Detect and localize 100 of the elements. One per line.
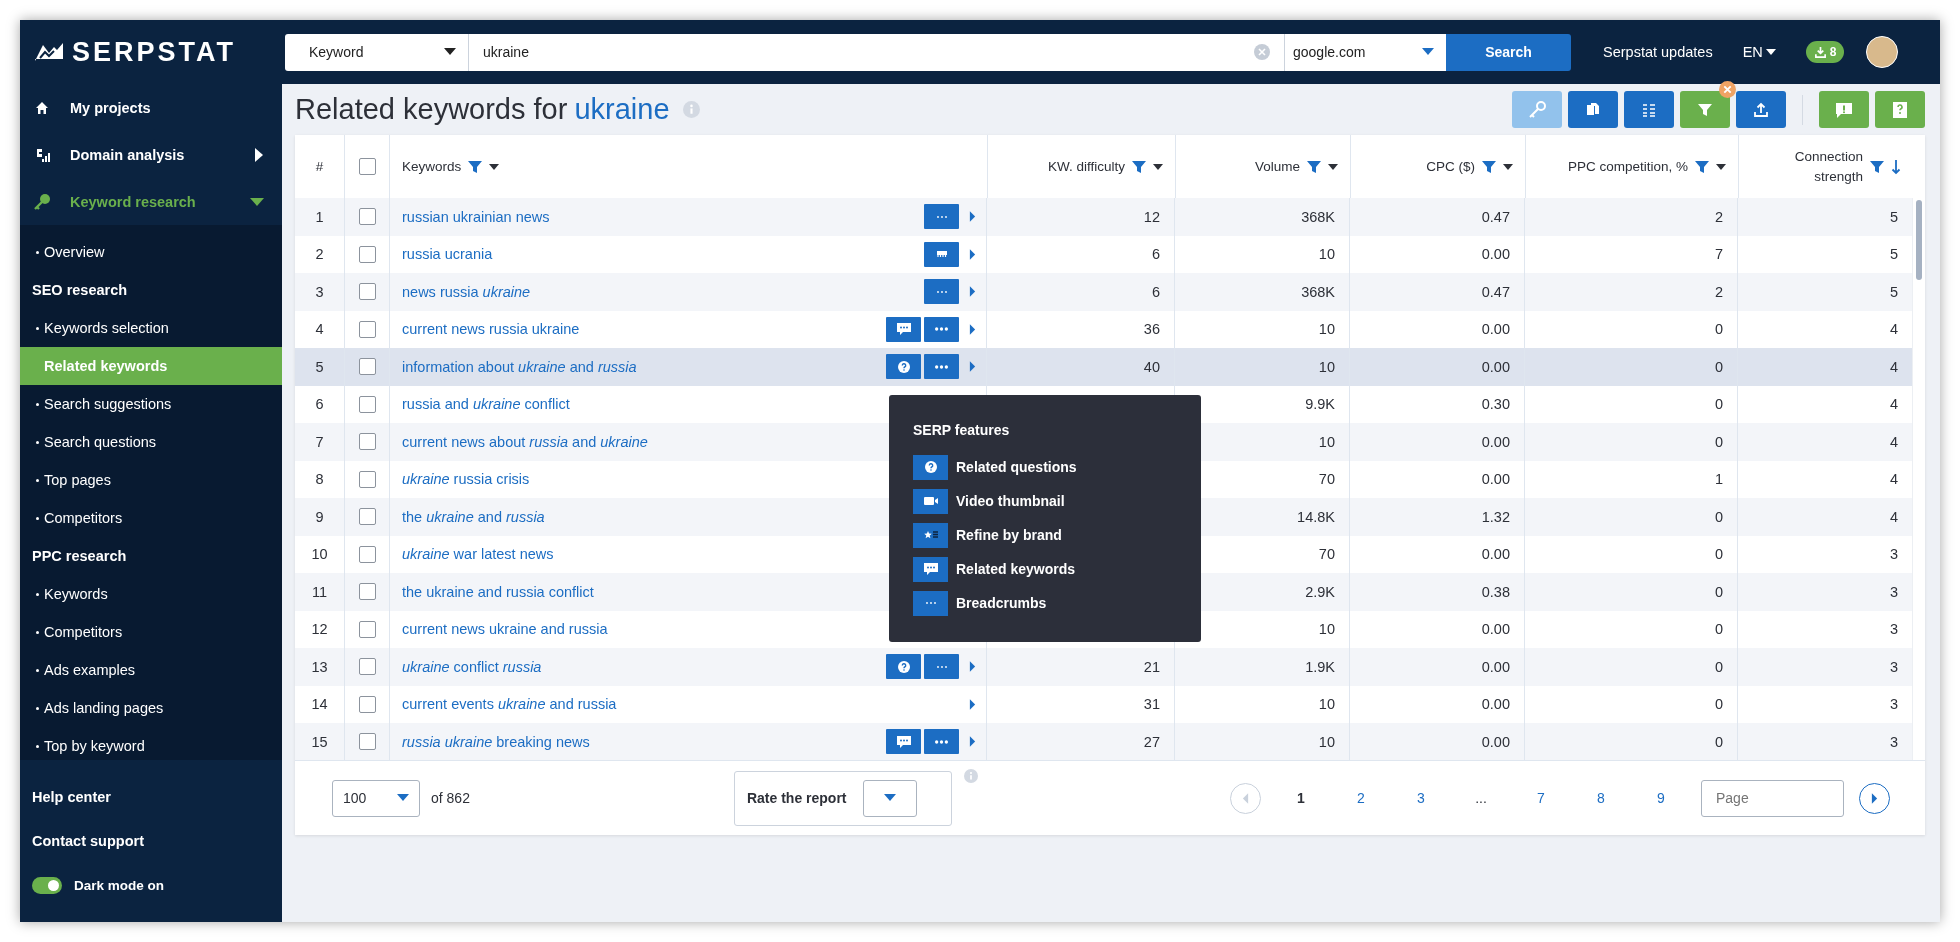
row-checkbox[interactable] xyxy=(358,733,376,751)
caret-down-icon[interactable] xyxy=(489,163,500,170)
sidebar-item[interactable]: Competitors xyxy=(20,499,282,537)
expand-arrow-icon[interactable] xyxy=(969,286,976,298)
updates-link[interactable]: Serpstat updates xyxy=(1603,44,1713,60)
sidebar-item[interactable]: Search questions xyxy=(20,423,282,461)
sidebar-item[interactable]: Top by keyword xyxy=(20,727,282,760)
sidebar-item[interactable]: Competitors xyxy=(20,613,282,651)
column-header[interactable]: Volume xyxy=(1254,156,1300,177)
row-checkbox[interactable] xyxy=(358,395,376,413)
search-engine-select[interactable]: google.com xyxy=(1284,33,1446,71)
keyword-link[interactable]: current news russia ukraine xyxy=(402,321,886,338)
sidebar-item[interactable]: Overview xyxy=(20,233,282,271)
search-type-select[interactable]: Keyword xyxy=(285,33,469,71)
serp-feature-button[interactable] xyxy=(924,654,959,680)
row-checkbox[interactable] xyxy=(358,470,376,488)
next-page-button[interactable] xyxy=(1859,782,1890,814)
search-field[interactable]: ukraine xyxy=(469,33,1284,71)
sidebar-item[interactable]: Ads landing pages xyxy=(20,689,282,727)
expand-arrow-icon[interactable] xyxy=(969,736,976,748)
caret-down-icon[interactable] xyxy=(1716,163,1726,170)
toolbar-button[interactable] xyxy=(1568,91,1618,128)
search-button[interactable]: Search xyxy=(1446,33,1571,71)
sidebar-item[interactable]: Keywords selection xyxy=(20,309,282,347)
row-checkbox[interactable] xyxy=(358,508,376,526)
row-checkbox[interactable] xyxy=(358,695,376,713)
nav-item[interactable]: Domain analysis xyxy=(20,131,282,178)
page-link[interactable]: 8 xyxy=(1571,790,1631,806)
serp-feature-button[interactable] xyxy=(886,316,921,342)
per-page-select[interactable]: 100 xyxy=(332,779,420,817)
row-checkbox[interactable] xyxy=(358,433,376,451)
row-checkbox[interactable] xyxy=(358,320,376,338)
keyword-link[interactable]: russia ukraine breaking news xyxy=(402,733,886,750)
language-select[interactable]: EN xyxy=(1742,44,1776,60)
row-checkbox[interactable] xyxy=(358,245,376,263)
select-all-checkbox[interactable] xyxy=(358,158,376,175)
column-header[interactable]: CPC ($) xyxy=(1426,156,1475,177)
filter-icon[interactable] xyxy=(467,158,484,175)
serp-feature-button[interactable] xyxy=(924,729,959,755)
caret-down-icon[interactable] xyxy=(1153,163,1163,170)
column-header[interactable]: KW. difficulty xyxy=(1047,156,1125,177)
keyword-link[interactable]: information about ukraine and russia xyxy=(402,358,886,375)
caret-down-icon[interactable] xyxy=(1328,163,1338,170)
toggle-switch[interactable] xyxy=(32,876,62,894)
column-header[interactable]: Connection strength xyxy=(1763,146,1863,187)
serp-feature-button[interactable] xyxy=(886,654,921,680)
column-header[interactable]: Keywords xyxy=(402,156,462,177)
page-link[interactable]: 7 xyxy=(1511,790,1571,806)
sidebar-link[interactable]: Contact support xyxy=(20,819,282,863)
page-link[interactable]: 9 xyxy=(1631,790,1691,806)
sidebar-item[interactable]: Search suggestions xyxy=(20,385,282,423)
toolbar-button[interactable] xyxy=(1875,91,1925,128)
keyword-link[interactable]: ukraine conflict russia xyxy=(402,658,886,675)
logo-text[interactable]: SERPSTAT xyxy=(72,36,236,68)
toolbar-button[interactable] xyxy=(1736,91,1786,128)
page-link[interactable]: 3 xyxy=(1391,790,1451,806)
serp-feature-button[interactable] xyxy=(924,279,959,305)
row-checkbox[interactable] xyxy=(358,545,376,563)
serp-feature-button[interactable] xyxy=(924,316,959,342)
page-link[interactable]: 2 xyxy=(1331,790,1391,806)
sort-down-icon[interactable] xyxy=(1891,158,1901,175)
avatar[interactable] xyxy=(1866,36,1899,68)
keyword-link[interactable]: news russia ukraine xyxy=(402,283,924,300)
filter-icon[interactable] xyxy=(1131,158,1147,175)
serp-feature-button[interactable] xyxy=(886,729,921,755)
scrollbar[interactable] xyxy=(1912,198,1925,760)
serp-feature-button[interactable] xyxy=(924,204,959,230)
expand-arrow-icon[interactable] xyxy=(969,248,976,260)
row-checkbox[interactable] xyxy=(358,208,376,226)
serp-feature-button[interactable] xyxy=(924,354,959,380)
nav-item[interactable]: Keyword research xyxy=(20,178,282,225)
serp-feature-button[interactable] xyxy=(924,241,959,267)
sidebar-link[interactable]: Help center xyxy=(20,775,282,819)
keyword-link[interactable]: current events ukraine and russia xyxy=(402,696,959,713)
filter-icon[interactable] xyxy=(1869,158,1885,175)
clear-filter-icon[interactable] xyxy=(1719,81,1736,98)
toolbar-button[interactable] xyxy=(1819,91,1869,128)
nav-item[interactable]: My projects xyxy=(20,84,282,131)
row-checkbox[interactable] xyxy=(358,583,376,601)
toolbar-button[interactable] xyxy=(1624,91,1674,128)
column-header[interactable]: PPC competition, % xyxy=(1567,156,1688,177)
page-input[interactable]: Page xyxy=(1701,779,1844,817)
serp-feature-button[interactable] xyxy=(886,354,921,380)
expand-arrow-icon[interactable] xyxy=(969,323,976,335)
row-checkbox[interactable] xyxy=(358,658,376,676)
sidebar-item[interactable]: Ads examples xyxy=(20,651,282,689)
row-checkbox[interactable] xyxy=(358,283,376,301)
expand-arrow-icon[interactable] xyxy=(969,698,976,710)
filter-icon[interactable] xyxy=(1481,158,1497,175)
filter-icon[interactable] xyxy=(1694,158,1710,175)
page-link[interactable]: 1 xyxy=(1271,790,1331,806)
caret-down-icon[interactable] xyxy=(1503,163,1513,170)
row-checkbox[interactable] xyxy=(358,620,376,638)
expand-arrow-icon[interactable] xyxy=(969,661,976,673)
expand-arrow-icon[interactable] xyxy=(969,211,976,223)
keyword-link[interactable]: russian ukrainian news xyxy=(402,208,924,225)
sidebar-item[interactable]: Keywords xyxy=(20,575,282,613)
keyword-link[interactable]: russia ucrania xyxy=(402,246,924,263)
sidebar-item[interactable]: Top pages xyxy=(20,461,282,499)
row-checkbox[interactable] xyxy=(358,358,376,376)
